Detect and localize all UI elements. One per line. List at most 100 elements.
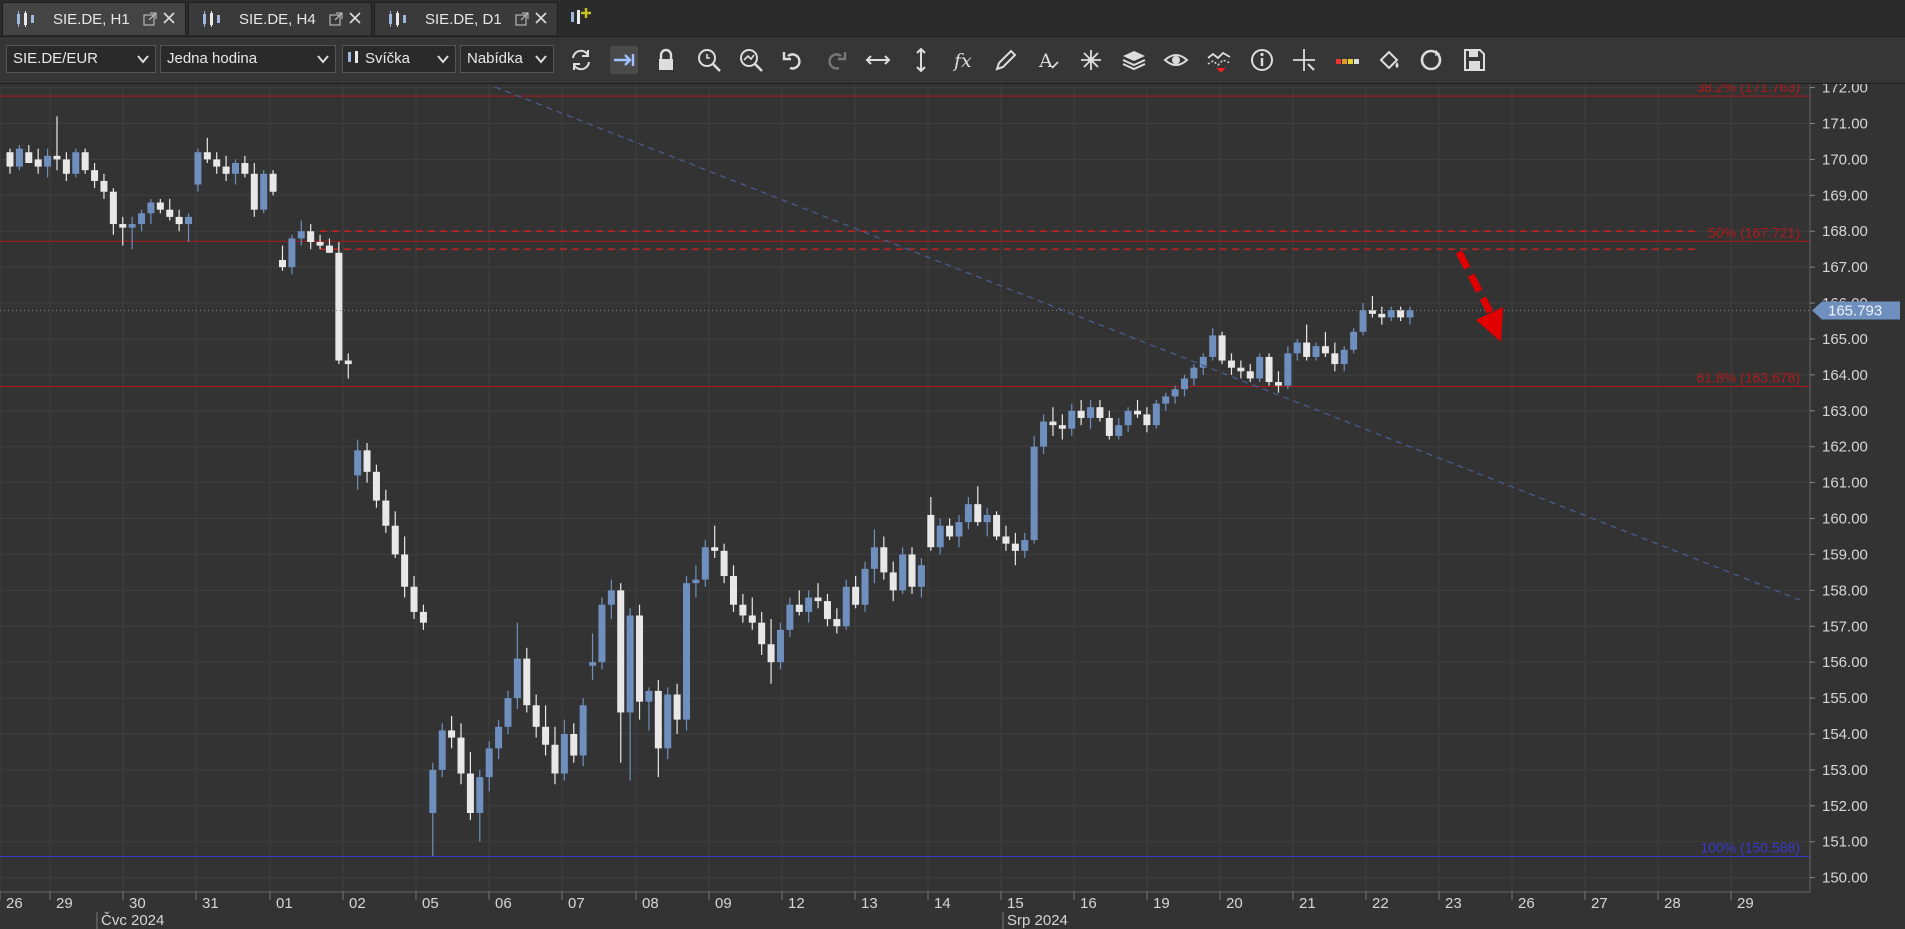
period-select[interactable]: Jedna hodina: [160, 45, 336, 73]
candle-body: [504, 698, 512, 727]
candle-body: [823, 601, 831, 620]
candle-body: [795, 604, 803, 612]
date-tick-label: 26: [1518, 895, 1535, 912]
date-tick-label: 28: [1664, 895, 1681, 912]
price-tick-label: 162.00: [1822, 439, 1868, 456]
tab-sie-h1[interactable]: SIE.DE, H1: [2, 2, 186, 35]
horizontal-scale-icon[interactable]: [864, 46, 892, 74]
autoshift-icon[interactable]: [610, 46, 638, 74]
layers-icon[interactable]: [1120, 46, 1148, 74]
eye-icon[interactable]: [1162, 46, 1190, 74]
chart-canvas[interactable]: 38.2% (171.763) 50% (167.721) 61.8% (163.6…: [0, 84, 1905, 929]
instrument-select[interactable]: SIE.DE/EUR: [6, 45, 156, 73]
price-tick-label: 156.00: [1822, 654, 1868, 671]
candle-body: [532, 705, 540, 727]
candle-body: [297, 231, 305, 239]
candle-body: [720, 550, 728, 576]
candle-body: [1303, 342, 1311, 357]
price-tick-label: 159.00: [1822, 546, 1868, 563]
period-value: Jedna hodina: [167, 50, 258, 67]
vertical-scale-icon[interactable]: [907, 46, 935, 74]
patterns-icon[interactable]: [1077, 46, 1105, 74]
candle-body: [156, 202, 164, 210]
month-label: Čvc 2024: [101, 912, 164, 929]
zoom-out-icon[interactable]: [737, 46, 765, 74]
close-icon[interactable]: [533, 10, 549, 26]
crosshair-icon[interactable]: [1290, 46, 1318, 74]
popout-icon[interactable]: [329, 12, 343, 26]
price-tick-label: 171.00: [1822, 116, 1868, 133]
compare-icon[interactable]: [1205, 46, 1233, 74]
candle-body: [175, 216, 183, 225]
candle-body: [203, 152, 211, 160]
toolbar: SIE.DE/EUR Jedna hodina Svíčka Nabídka f…: [0, 37, 1905, 84]
candle-body: [617, 590, 625, 713]
candle-body: [1152, 403, 1160, 426]
price-tick-label: 155.00: [1822, 690, 1868, 707]
add-chart-icon[interactable]: [568, 6, 592, 28]
popout-icon[interactable]: [143, 12, 157, 26]
text-icon[interactable]: A: [1034, 46, 1062, 74]
price-tick-label: 165.00: [1822, 331, 1868, 348]
date-tick-label: 05: [422, 895, 439, 912]
close-icon[interactable]: [347, 10, 363, 26]
candle-body: [91, 170, 99, 181]
price-tick-label: 161.00: [1822, 475, 1868, 492]
undo-icon[interactable]: [779, 46, 807, 74]
candle-body: [654, 690, 662, 749]
candle-body: [805, 597, 813, 612]
price-axis[interactable]: 172.00171.00170.00169.00168.00167.00166.…: [1809, 84, 1905, 929]
save-icon[interactable]: [1460, 46, 1488, 74]
candle-body: [288, 238, 296, 268]
zoom-in-icon[interactable]: [695, 46, 723, 74]
candle-body: [598, 604, 606, 663]
close-icon[interactable]: [161, 10, 177, 26]
popout-icon[interactable]: [515, 12, 529, 26]
candle-body: [1284, 353, 1292, 386]
indicators-fx-icon[interactable]: fx: [950, 46, 978, 74]
candle-body: [607, 590, 615, 605]
chart-type-select[interactable]: Svíčka: [342, 45, 456, 73]
candle-body: [1134, 410, 1142, 415]
candle-body: [833, 619, 841, 627]
price-tick-label: 163.00: [1822, 403, 1868, 420]
annotations[interactable]: [0, 86, 1810, 601]
pencil-icon[interactable]: [992, 46, 1020, 74]
candle-body: [964, 504, 972, 523]
candle-body: [476, 777, 484, 813]
volume-icon[interactable]: [1333, 46, 1361, 74]
price-tick-label: 168.00: [1822, 223, 1868, 240]
candle-body: [419, 611, 427, 623]
candle-body: [241, 163, 249, 174]
time-axis[interactable]: 26 29 30 31 01 02 05 06 07 08 09 12 13 14 15 16 19 20 21 22…: [0, 891, 1810, 929]
date-tick-label: 02: [349, 895, 366, 912]
lock-icon[interactable]: [652, 46, 680, 74]
candle-body: [100, 180, 108, 192]
price-tick-label: 154.00: [1822, 726, 1868, 743]
candle-body: [213, 159, 221, 167]
price-chart[interactable]: 38.2% (171.763) 50% (167.721) 61.8% (163.6…: [0, 84, 1905, 929]
tab-sie-h4[interactable]: SIE.DE, H4: [188, 2, 372, 35]
candle-body: [523, 658, 531, 706]
date-tick-label: 29: [1737, 895, 1754, 912]
candlestick-icon: [17, 11, 34, 27]
candle-body: [232, 163, 240, 174]
refresh-circle-icon[interactable]: [1417, 46, 1445, 74]
chevron-down-icon: [437, 55, 449, 64]
redo-icon[interactable]: [822, 46, 850, 74]
candle-body: [1246, 371, 1254, 379]
candlestick-icon: [203, 11, 220, 27]
price-tick-label: 158.00: [1822, 582, 1868, 599]
paint-icon[interactable]: [1375, 46, 1403, 74]
refresh-icon[interactable]: [567, 46, 595, 74]
tab-sie-d1[interactable]: SIE.DE, D1: [374, 2, 558, 35]
fibonacci-levels[interactable]: 38.2% (171.763) 50% (167.721) 61.8% (163.6…: [0, 84, 1810, 858]
date-tick-label: 21: [1299, 895, 1316, 912]
candle-body: [889, 572, 897, 591]
price-side-select[interactable]: Nabídka: [460, 45, 554, 73]
date-tick-label: 15: [1007, 895, 1024, 912]
info-icon[interactable]: [1248, 46, 1276, 74]
candle-body: [382, 500, 390, 526]
price-side-value: Nabídka: [467, 50, 523, 67]
candle-body: [72, 152, 80, 174]
